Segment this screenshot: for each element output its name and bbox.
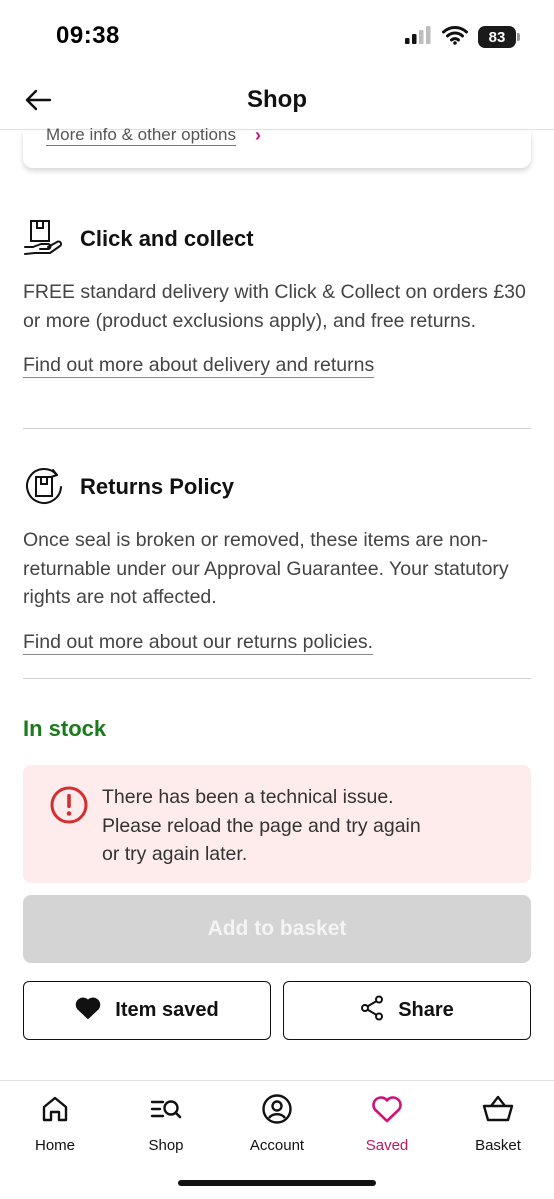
nav-label: Basket [475, 1137, 521, 1154]
error-line: Please reload the page and try again [102, 814, 421, 837]
click-collect-section: Click and collect FREE standard delivery… [23, 218, 531, 378]
share-label: Share [398, 999, 454, 1021]
error-line: There has been a technical issue. [102, 786, 394, 808]
more-info-link[interactable]: More info & other options [46, 125, 236, 146]
basket-icon [443, 1091, 553, 1127]
cellular-signal-icon [404, 25, 432, 50]
box-in-hand-icon [23, 218, 65, 260]
nav-label: Account [249, 1137, 305, 1154]
status-icons: 83 [404, 24, 520, 50]
nav-label: Shop [148, 1137, 184, 1154]
returns-section: Returns Policy Once seal is broken or re… [23, 466, 531, 655]
returns-title: Returns Policy [80, 474, 235, 499]
page-title: Shop [247, 86, 307, 113]
add-to-basket-button[interactable]: Add to basket [23, 895, 531, 963]
options-card: More info & other options › [23, 125, 531, 168]
returns-header: Returns Policy [23, 466, 531, 508]
returns-description: Once seal is broken or removed, these it… [23, 529, 509, 608]
divider [23, 428, 531, 429]
nav-item-basket[interactable]: Basket [443, 1091, 553, 1154]
returns-box-icon [23, 466, 65, 508]
item-saved-label: Item saved [115, 999, 219, 1021]
shop-search-icon [111, 1091, 221, 1127]
home-indicator[interactable] [178, 1180, 376, 1186]
status-bar: 09:38 83 [0, 0, 554, 74]
divider [23, 678, 531, 679]
nav-label: Home [34, 1137, 75, 1154]
nav-item-shop[interactable]: Shop [111, 1091, 221, 1154]
nav-item-home[interactable]: Home [0, 1091, 110, 1154]
click-collect-title: Click and collect [80, 226, 254, 251]
error-text: There has been a technical issue. Please… [102, 783, 502, 869]
battery-level: 83 [488, 28, 506, 46]
wifi-icon [442, 25, 468, 50]
click-collect-header: Click and collect [23, 218, 531, 260]
returns-policies-link[interactable]: Find out more about our returns policies… [23, 630, 374, 655]
delivery-returns-link[interactable]: Find out more about delivery and returns [23, 353, 375, 378]
account-icon [222, 1091, 332, 1127]
click-collect-description: FREE standard delivery with Click & Coll… [23, 281, 526, 332]
home-icon [0, 1091, 110, 1127]
error-message-box: There has been a technical issue. Please… [23, 765, 531, 883]
heart-icon [332, 1091, 442, 1127]
app-header: Shop [0, 74, 554, 130]
nav-label: Saved [365, 1137, 409, 1154]
chevron-right-icon: › [255, 125, 261, 145]
heart-filled-icon [75, 996, 101, 1025]
nav-item-saved[interactable]: Saved [332, 1091, 442, 1154]
share-button[interactable]: Share [283, 981, 531, 1040]
item-saved-button[interactable]: Item saved [23, 981, 271, 1040]
stock-status: In stock [23, 716, 107, 741]
battery-icon: 83 [478, 26, 520, 48]
status-time: 09:38 [56, 22, 120, 49]
exclamation-circle-icon [49, 785, 89, 825]
share-icon [360, 995, 384, 1026]
error-line: or try again later. [102, 843, 248, 865]
nav-item-account[interactable]: Account [222, 1091, 332, 1154]
